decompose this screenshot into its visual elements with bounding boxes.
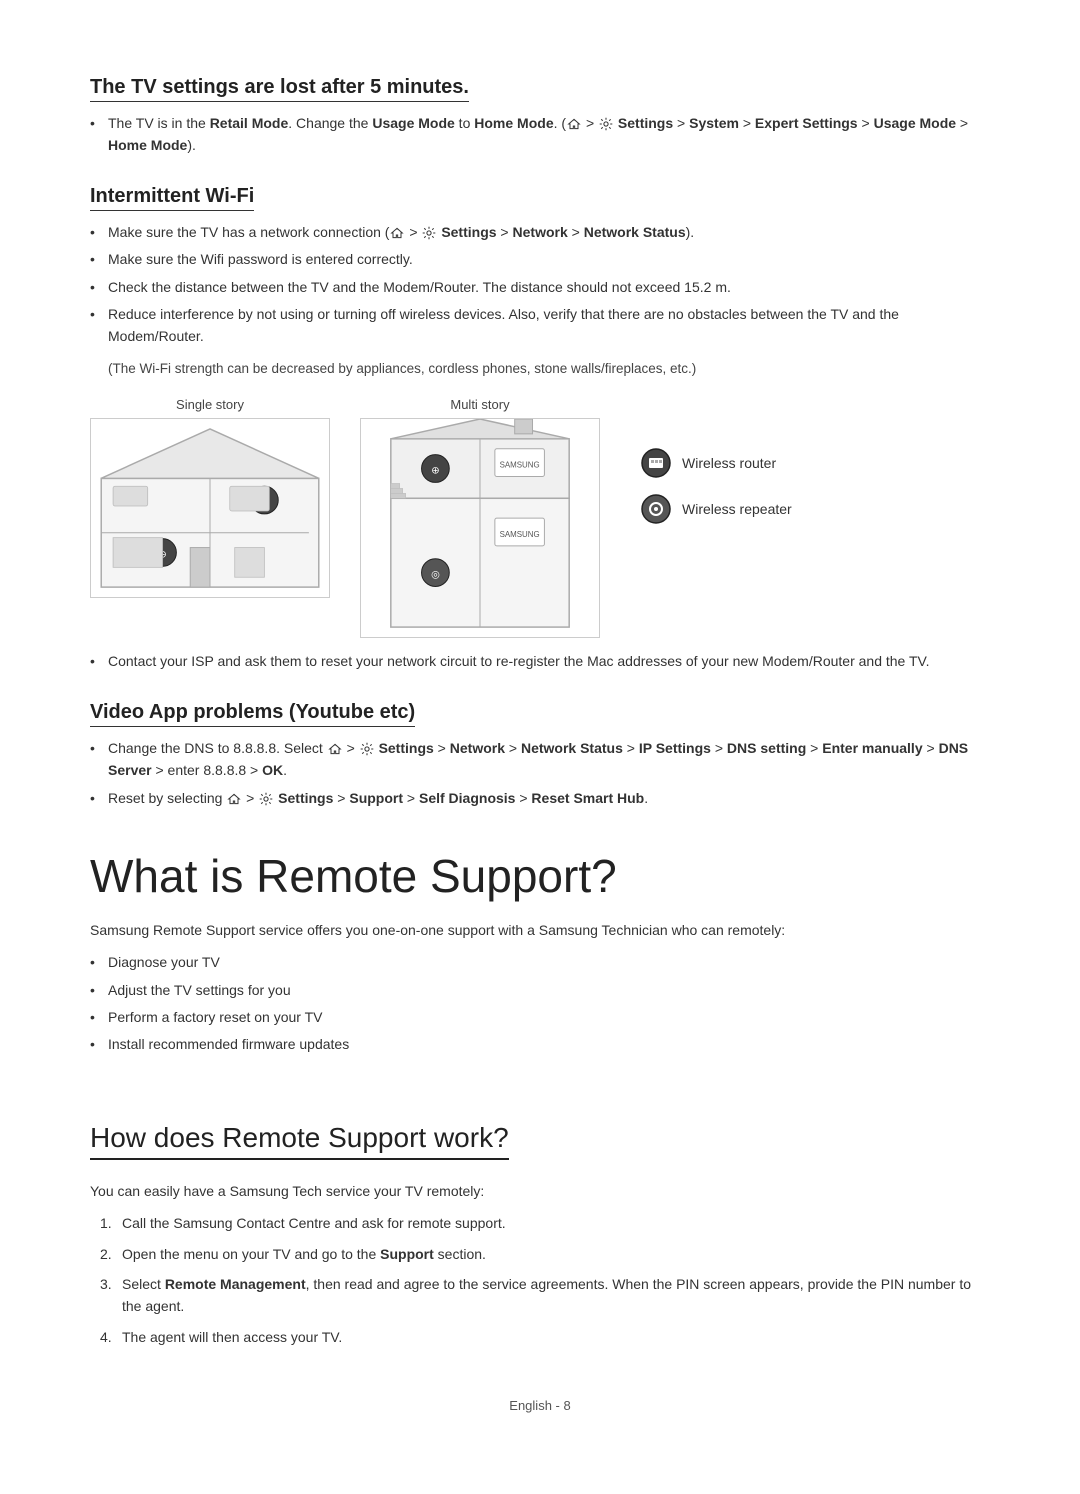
step-3: 3.Select Remote Management, then read an… xyxy=(100,1273,990,1318)
tv-settings-title: The TV settings are lost after 5 minutes… xyxy=(90,76,990,102)
wifi-item-1: Make sure the TV has a network connectio… xyxy=(90,221,990,243)
wifi-section: Intermittent Wi-Fi Make sure the TV has … xyxy=(90,185,990,673)
legend-repeater: Wireless repeater xyxy=(640,493,792,525)
wifi-title: Intermittent Wi-Fi xyxy=(90,185,990,211)
wifi-post-list: Contact your ISP and ask them to reset y… xyxy=(90,650,990,672)
remote-support-list: Diagnose your TV Adjust the TV settings … xyxy=(90,951,990,1056)
wifi-list: Make sure the TV has a network connectio… xyxy=(90,221,990,348)
multi-story-diagram: Multi story ⊕ ◎ xyxy=(360,397,600,638)
wifi-note: (The Wi-Fi strength can be decreased by … xyxy=(108,358,990,380)
video-app-list: Change the DNS to 8.8.8.8. Select > Sett… xyxy=(90,737,990,809)
video-app-item-1: Change the DNS to 8.8.8.8. Select > Sett… xyxy=(90,737,990,782)
wifi-item-3: Check the distance between the TV and th… xyxy=(90,276,990,298)
gear-icon-3 xyxy=(360,742,374,756)
single-story-label: Single story xyxy=(176,397,244,412)
gear-icon xyxy=(599,117,613,131)
page-footer: English - 8 xyxy=(90,1398,990,1413)
router-legend-icon xyxy=(640,447,672,479)
multi-story-label: Multi story xyxy=(450,397,509,412)
repeater-legend-icon xyxy=(640,493,672,525)
video-app-item-2: Reset by selecting > Settings > Support … xyxy=(90,787,990,809)
remote-support-title: What is Remote Support? xyxy=(90,849,990,903)
remote-support-item-2: Adjust the TV settings for you xyxy=(90,979,990,1001)
video-app-title: Video App problems (Youtube etc) xyxy=(90,701,990,727)
svg-text:SAMSUNG: SAMSUNG xyxy=(500,530,540,539)
tv-settings-list: The TV is in the Retail Mode. Change the… xyxy=(90,112,990,157)
gear-icon-2 xyxy=(422,226,436,240)
video-app-section: Video App problems (Youtube etc) Change … xyxy=(90,701,990,809)
remote-support-section: What is Remote Support? Samsung Remote S… xyxy=(90,849,990,1056)
gear-icon-4 xyxy=(259,792,273,806)
multi-story-svg: ⊕ ◎ SAMSUNG SAMSUNG xyxy=(360,418,600,638)
single-story-svg: ⊕ ⊕ xyxy=(90,418,330,598)
diagram-legend: Wireless router Wireless repeater xyxy=(640,447,792,525)
remote-support-intro: Samsung Remote Support service offers yo… xyxy=(90,919,990,941)
home-icon-2 xyxy=(390,227,404,239)
step-4: 4.The agent will then access your TV. xyxy=(100,1326,990,1348)
home-icon-3 xyxy=(328,743,342,755)
footer-text: English - 8 xyxy=(509,1398,570,1413)
svg-text:◎: ◎ xyxy=(431,570,440,581)
wifi-item-2: Make sure the Wifi password is entered c… xyxy=(90,248,990,270)
step-1: 1.Call the Samsung Contact Centre and as… xyxy=(100,1212,990,1234)
remote-support-item-4: Install recommended firmware updates xyxy=(90,1033,990,1055)
legend-router: Wireless router xyxy=(640,447,792,479)
how-remote-steps: 1.Call the Samsung Contact Centre and as… xyxy=(90,1212,990,1348)
single-story-diagram: Single story ⊕ ⊕ xyxy=(90,397,330,598)
wifi-post-item: Contact your ISP and ask them to reset y… xyxy=(90,650,990,672)
diagram-section: Single story ⊕ ⊕ xyxy=(90,397,990,638)
how-remote-title: How does Remote Support work? xyxy=(90,1122,509,1160)
tv-settings-section: The TV settings are lost after 5 minutes… xyxy=(90,76,990,157)
home-icon-4 xyxy=(227,793,241,805)
svg-text:⊕: ⊕ xyxy=(431,466,439,477)
remote-support-item-1: Diagnose your TV xyxy=(90,951,990,973)
step-2: 2.Open the menu on your TV and go to the… xyxy=(100,1243,990,1265)
how-remote-section: How does Remote Support work? You can ea… xyxy=(90,1086,990,1348)
tv-settings-item: The TV is in the Retail Mode. Change the… xyxy=(90,112,990,157)
how-remote-intro: You can easily have a Samsung Tech servi… xyxy=(90,1180,990,1202)
router-legend-label: Wireless router xyxy=(682,455,776,471)
wifi-item-4: Reduce interference by not using or turn… xyxy=(90,303,990,348)
repeater-legend-label: Wireless repeater xyxy=(682,501,792,517)
svg-text:SAMSUNG: SAMSUNG xyxy=(500,461,540,470)
home-icon xyxy=(567,118,581,130)
remote-support-item-3: Perform a factory reset on your TV xyxy=(90,1006,990,1028)
